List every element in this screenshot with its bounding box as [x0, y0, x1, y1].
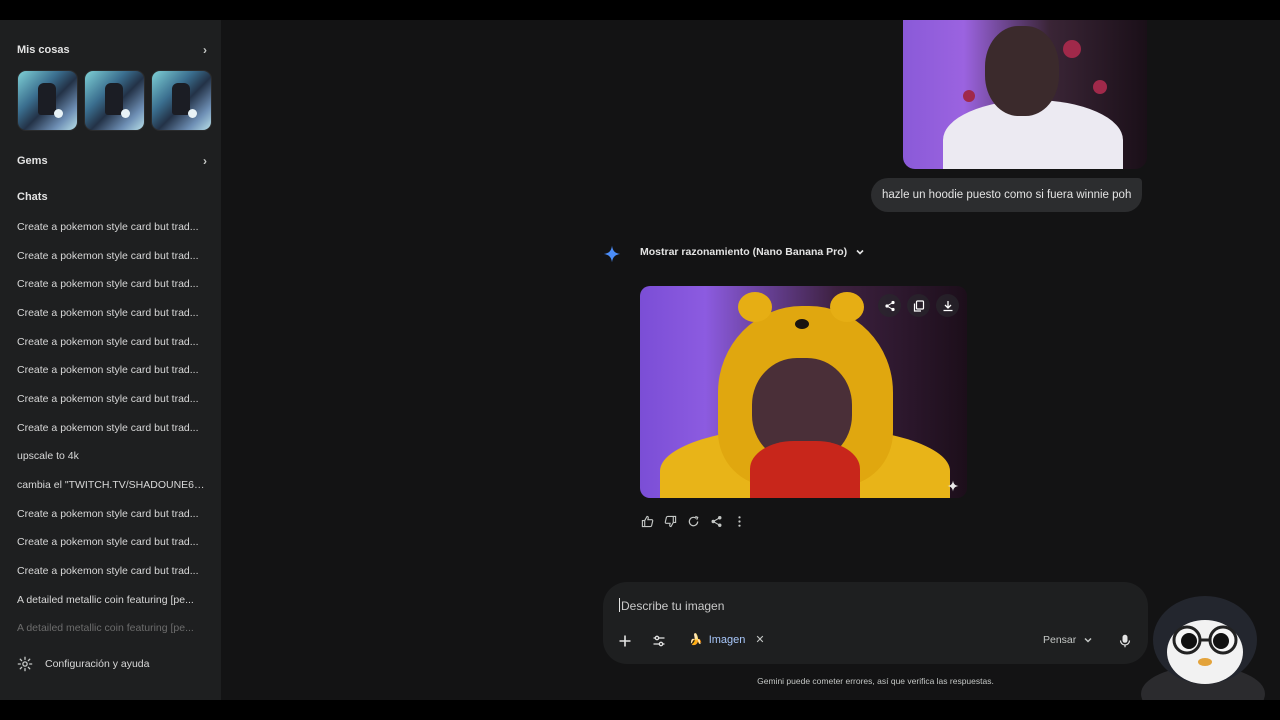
- image-tool-chip[interactable]: 🍌 Imagen ✕: [689, 633, 765, 647]
- more-options-button[interactable]: [732, 514, 746, 528]
- plus-icon: [619, 635, 631, 647]
- download-icon: [943, 300, 952, 311]
- share-icon: [711, 515, 721, 527]
- chat-item[interactable]: cambia el "TWITCH.TV/SHADOUNE66...: [17, 477, 207, 493]
- mode-label: Pensar: [1043, 634, 1077, 646]
- mode-selector[interactable]: Pensar: [1043, 634, 1093, 646]
- share-image-button[interactable]: [878, 294, 901, 317]
- regenerate-icon: [688, 515, 698, 526]
- chat-item[interactable]: Create a pokemon style card but trad...: [17, 276, 207, 292]
- chat-item[interactable]: Create a pokemon style card but trad...: [17, 362, 207, 378]
- microphone-icon: [1119, 634, 1131, 648]
- chats-heading-label: Chats: [17, 191, 48, 203]
- chat-item[interactable]: A detailed metallic coin featuring [pe..…: [17, 592, 207, 608]
- chat-item[interactable]: Create a pokemon style card but trad...: [17, 391, 207, 407]
- close-icon[interactable]: ✕: [755, 633, 764, 646]
- thumbnail-card[interactable]: [151, 70, 212, 131]
- download-image-button[interactable]: [936, 294, 959, 317]
- chevron-down-icon: [1084, 637, 1092, 643]
- reasoning-label: Mostrar razonamiento (Nano Banana Pro): [640, 246, 848, 258]
- prompt-composer: 🍌 Imagen ✕ Pensar: [603, 582, 1148, 664]
- penguin-mascot-overlay: [1141, 596, 1265, 700]
- chat-item[interactable]: Create a pokemon style card but trad...: [17, 563, 207, 579]
- settings-label: Configuración y ayuda: [45, 658, 150, 670]
- chat-item[interactable]: Create a pokemon style card but trad...: [17, 248, 207, 264]
- prompt-input[interactable]: [619, 595, 1103, 617]
- response-actions: [640, 514, 746, 528]
- top-letterbox: [0, 0, 1280, 20]
- chevron-down-icon: [856, 249, 864, 255]
- sidebar: Mis cosas › Gems › Chats Create a pokemo…: [0, 20, 221, 700]
- gems-label: Gems: [17, 155, 48, 167]
- thumbs-down-button[interactable]: [663, 514, 677, 528]
- show-reasoning-toggle[interactable]: Mostrar razonamiento (Nano Banana Pro): [640, 246, 865, 258]
- chats-heading: Chats: [17, 186, 207, 208]
- gemini-star-icon: [603, 245, 621, 263]
- chat-item[interactable]: Create a pokemon style card but trad...: [17, 305, 207, 321]
- chat-main: hazle un hoodie puesto como si fuera win…: [221, 20, 1280, 700]
- chevron-right-icon: ›: [203, 43, 207, 57]
- gems-header[interactable]: Gems ›: [17, 150, 207, 172]
- my-stuff-thumbnails: [17, 70, 212, 131]
- thumbs-up-icon: [641, 515, 653, 527]
- add-attachment-button[interactable]: [617, 633, 633, 649]
- thumbs-down-icon: [664, 515, 676, 527]
- tools-sliders-icon: [653, 635, 665, 647]
- bottom-letterbox: [0, 700, 1280, 720]
- image-tool-label: Imagen: [708, 633, 746, 646]
- gear-icon: [17, 656, 33, 672]
- text-caret: [619, 598, 620, 612]
- banana-emoji-icon: 🍌: [689, 634, 703, 646]
- tools-button[interactable]: [651, 633, 667, 649]
- chat-item[interactable]: Create a pokemon style card but trad...: [17, 420, 207, 436]
- disclaimer-text: Gemini puede cometer errores, así que ve…: [757, 676, 994, 686]
- chat-item[interactable]: A detailed metallic coin featuring [pe..…: [17, 620, 207, 636]
- my-stuff-label: Mis cosas: [17, 44, 70, 56]
- generated-image[interactable]: [640, 286, 967, 498]
- my-stuff-header[interactable]: Mis cosas ›: [17, 39, 207, 61]
- copy-image-button[interactable]: [907, 294, 930, 317]
- chevron-right-icon: ›: [203, 154, 207, 168]
- chat-item[interactable]: Create a pokemon style card but trad...: [17, 506, 207, 522]
- thumbnail-card[interactable]: [17, 70, 78, 131]
- more-icon: [737, 515, 741, 527]
- settings-help-button[interactable]: Configuración y ayuda: [17, 656, 149, 672]
- share-icon: [884, 300, 895, 311]
- chat-item[interactable]: upscale to 4k: [17, 448, 207, 464]
- copy-icon: [913, 299, 924, 312]
- share-response-button[interactable]: [709, 514, 723, 528]
- thumbs-up-button[interactable]: [640, 514, 654, 528]
- thumbnail-card[interactable]: [84, 70, 145, 131]
- user-message: hazle un hoodie puesto como si fuera win…: [871, 178, 1143, 212]
- sparkle-watermark-icon: [947, 480, 959, 492]
- regenerate-button[interactable]: [686, 514, 700, 528]
- user-uploaded-image[interactable]: [903, 20, 1147, 169]
- chat-item[interactable]: Create a pokemon style card but trad...: [17, 219, 207, 235]
- chat-item[interactable]: Create a pokemon style card but trad...: [17, 534, 207, 550]
- chat-item[interactable]: Create a pokemon style card but trad...: [17, 334, 207, 350]
